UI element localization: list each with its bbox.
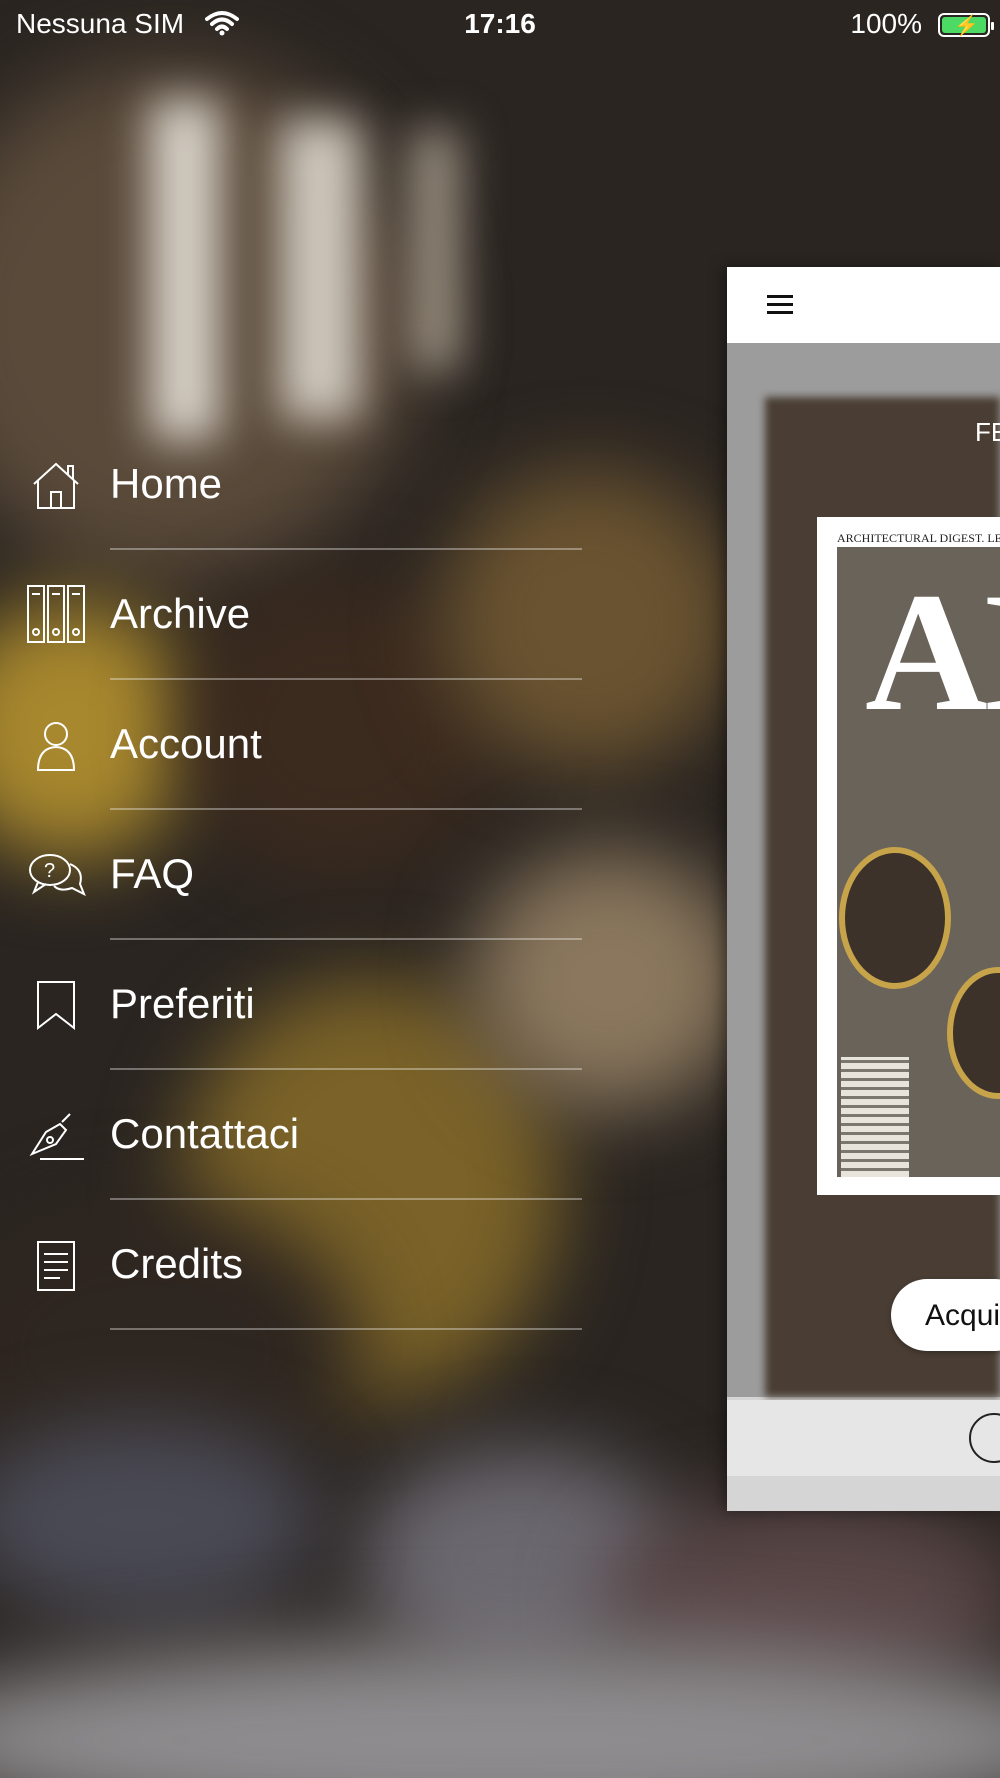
home-icon <box>26 460 86 512</box>
magazine-cover[interactable]: ARCHITECTURAL DIGEST. LE AI <box>817 517 1000 1195</box>
menu-item-preferiti[interactable]: Preferiti <box>0 940 600 1070</box>
menu-item-faq[interactable]: ? FAQ <box>0 810 600 940</box>
book-stack <box>841 1057 909 1177</box>
menu-item-archive[interactable]: Archive <box>0 550 600 680</box>
battery-percentage: 100% <box>850 8 922 39</box>
hamburger-icon[interactable] <box>767 295 793 315</box>
menu-item-label: Home <box>110 460 223 507</box>
menu-item-contattaci[interactable]: Contattaci <box>0 1070 600 1200</box>
menu-item-label: FAQ <box>110 850 195 897</box>
document-icon <box>26 1240 86 1292</box>
person-icon <box>26 720 86 772</box>
faq-bubbles-icon: ? <box>26 850 86 902</box>
cover-image: AI <box>837 547 1000 1177</box>
portrait-frame <box>839 847 951 989</box>
menu-item-label: Credits <box>110 1240 244 1287</box>
content-panel[interactable]: FE ARCHITECTURAL DIGEST. LE AI Acqui <box>727 267 1000 1511</box>
svg-text:?: ? <box>44 860 55 882</box>
menu-item-label: Archive <box>110 590 251 637</box>
top-nav-bar <box>727 267 1000 343</box>
menu-item-home[interactable]: Home <box>0 420 600 550</box>
cover-tagline: ARCHITECTURAL DIGEST. LE <box>837 531 1000 545</box>
issue-label: FE <box>975 417 1000 447</box>
menu-item-label: Preferiti <box>110 980 255 1027</box>
bookmark-icon <box>26 980 86 1032</box>
portrait-frame <box>947 967 1000 1099</box>
menu-item-credits[interactable]: Credits <box>0 1200 600 1330</box>
pen-signature-icon <box>26 1110 86 1162</box>
side-menu: Home Archive Account ? FAQ Preferiti Con… <box>0 420 600 1330</box>
buy-button-label: Acqui <box>925 1299 1000 1332</box>
menu-item-label: Account <box>110 720 262 767</box>
buy-button[interactable]: Acqui <box>891 1279 1000 1351</box>
archive-binders-icon <box>26 585 86 643</box>
status-bar: Nessuna SIM 17:16 100% ⚡ <box>0 0 1000 54</box>
menu-item-account[interactable]: Account <box>0 680 600 810</box>
battery-charging-icon: ⚡ <box>938 13 994 37</box>
circle-button[interactable] <box>969 1413 1000 1463</box>
menu-item-label: Contattaci <box>110 1110 300 1157</box>
divider <box>110 1328 582 1330</box>
bottom-bar <box>727 1400 1000 1476</box>
cover-masthead: AI <box>865 558 1000 746</box>
